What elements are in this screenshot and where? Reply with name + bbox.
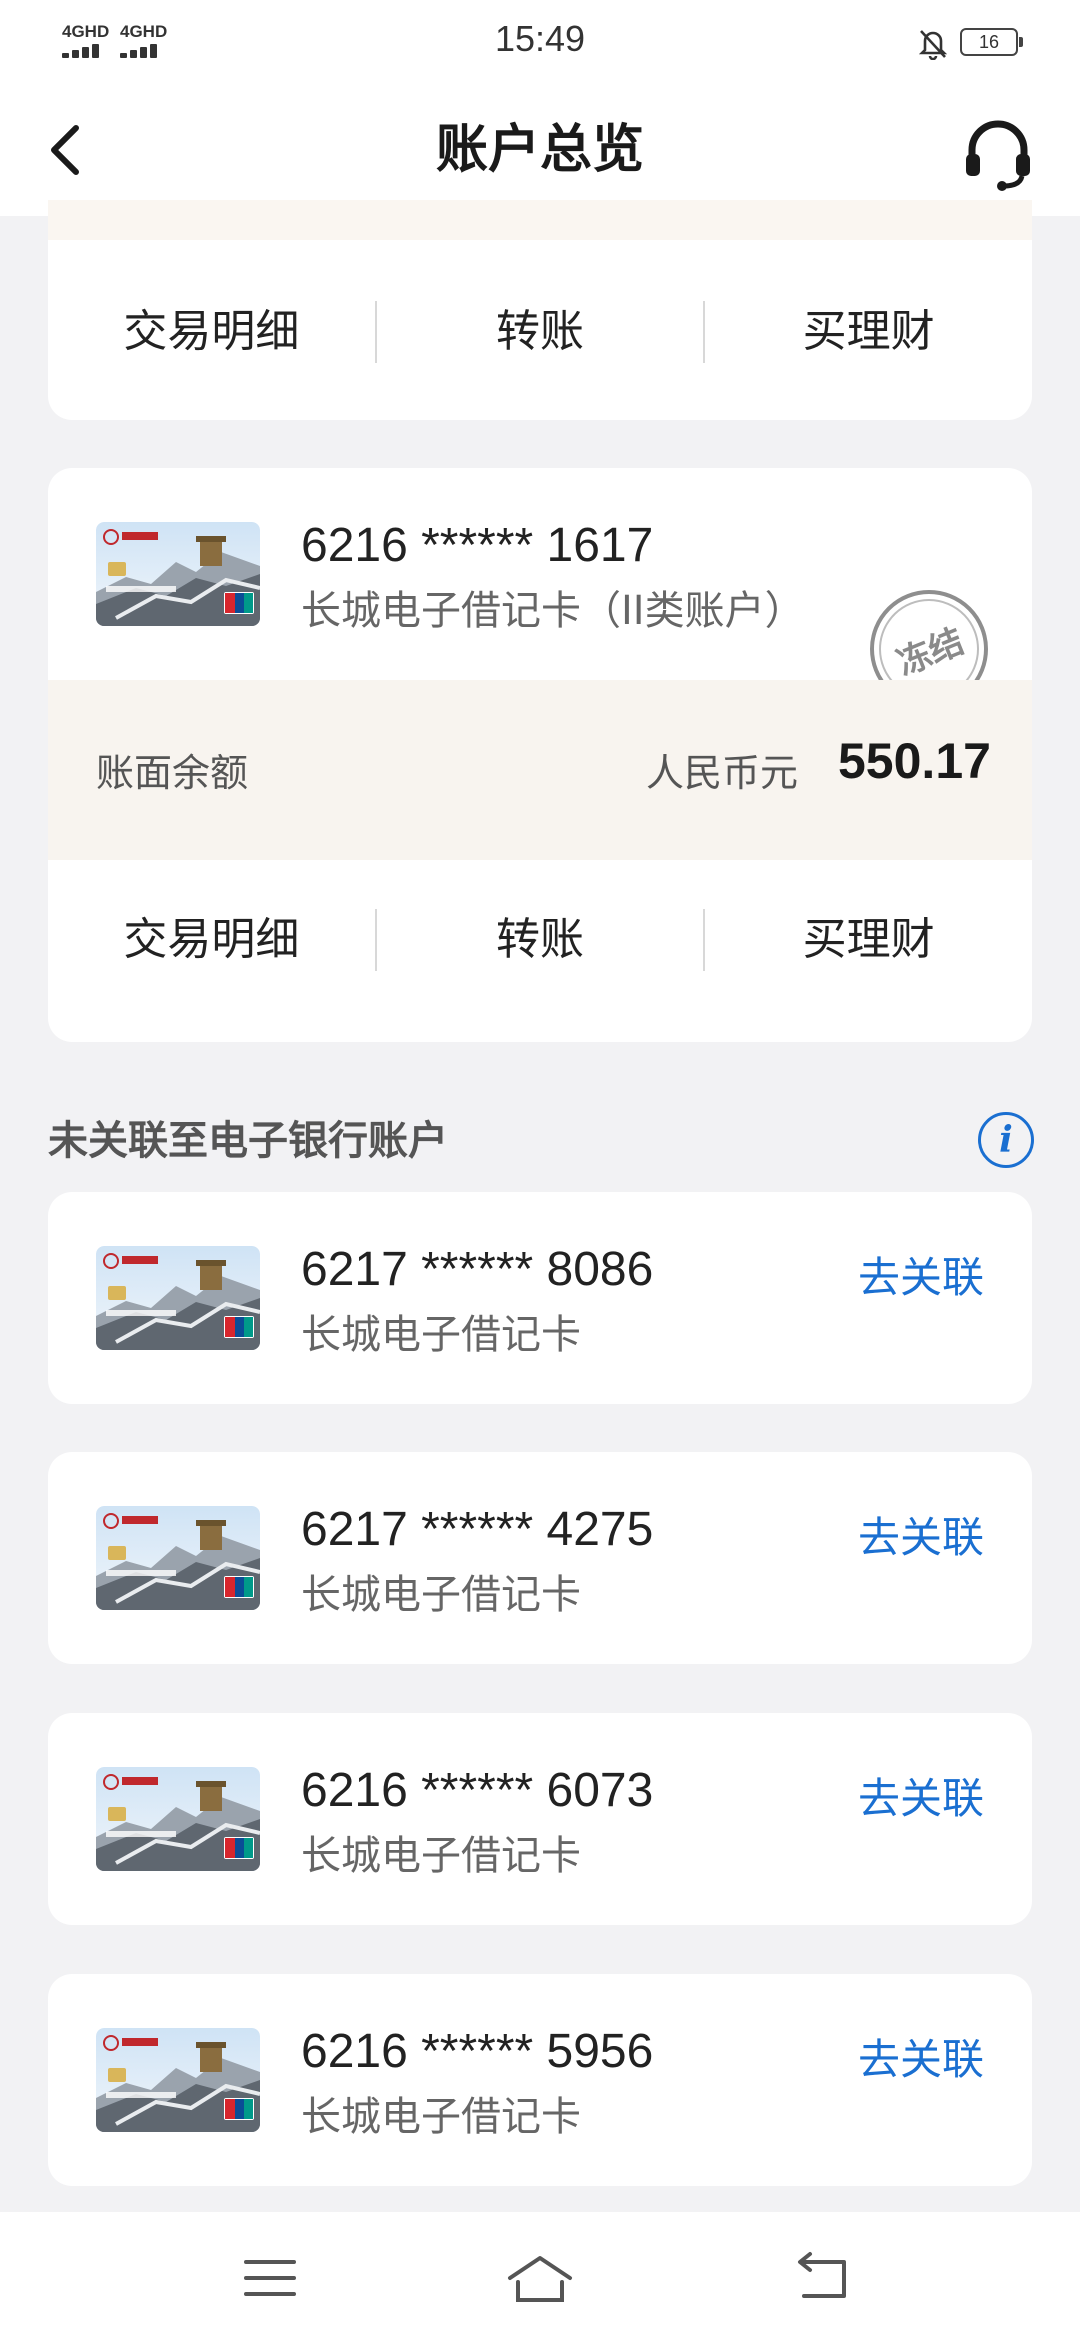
card-number: 6216 ****** 5956 [301,2025,654,2078]
headset-icon[interactable] [958,114,1038,194]
card-type: 长城电子借记卡 [301,1312,581,1358]
balance-amount: 550.17 [838,733,991,789]
account-card[interactable]: 6216 ****** 1617 长城电子借记卡（II类账户） 冻结 账面余额 … [48,468,1032,1042]
card-type: 长城电子借记卡 [301,1572,581,1618]
card-actions: 交易明细 转账 买理财 [48,880,1032,1000]
card-type: 长城电子借记卡 [301,2094,581,2140]
system-nav-bar [0,2212,1080,2340]
buy-wealth-product-button[interactable]: 买理财 [705,880,1032,1000]
transaction-details-button[interactable]: 交易明细 [48,880,375,1000]
balance-band: 账面余额 人民币元 550.17 [48,680,1032,860]
transfer-button[interactable]: 转账 [377,272,704,392]
card-type: 长城电子借记卡（II类账户） [301,588,805,634]
bank-card-image [96,2028,260,2132]
battery-icon: 16 [960,28,1023,56]
home-icon[interactable] [504,2242,576,2314]
back-nav-icon[interactable] [786,2242,858,2314]
unlinked-card-row[interactable]: 6216 ****** 5956 长城电子借记卡 去关联 [48,1974,1032,2186]
bank-card-image [96,522,260,626]
section-title: 未关联至电子银行账户 [48,1118,448,1164]
link-account-button[interactable]: 去关联 [858,1504,984,1565]
buy-wealth-product-button[interactable]: 买理财 [705,272,1032,392]
account-card-partial: 交易明细 转账 买理财 [48,200,1032,420]
bank-card-image [96,1246,260,1350]
balance-band-partial [48,200,1032,240]
balance-label: 账面余额 [96,751,249,795]
frozen-stamp: 冻结 [870,590,992,680]
unlinked-card-row[interactable]: 6217 ****** 4275 长城电子借记卡 去关联 [48,1452,1032,1664]
bell-off-icon [918,30,948,60]
link-account-button[interactable]: 去关联 [858,2026,984,2087]
transaction-details-button[interactable]: 交易明细 [48,272,375,392]
card-actions: 交易明细 转账 买理财 [48,272,1032,392]
frozen-stamp-text: 冻结 [891,620,970,680]
bank-card-image [96,1767,260,1871]
unlinked-card-row[interactable]: 6216 ****** 6073 长城电子借记卡 去关联 [48,1713,1032,1925]
currency-label: 人民币元 [646,751,799,795]
card-number: 6217 ****** 4275 [301,1503,654,1556]
card-type: 长城电子借记卡 [301,1833,581,1879]
header: 账户总览 [0,84,1080,216]
card-number: 6217 ****** 8086 [301,1243,654,1296]
unlinked-card-row[interactable]: 6217 ****** 8086 长城电子借记卡 去关联 [48,1192,1032,1404]
info-icon[interactable]: i [978,1112,1034,1168]
link-account-button[interactable]: 去关联 [858,1244,984,1305]
transfer-button[interactable]: 转账 [377,880,704,1000]
link-account-button[interactable]: 去关联 [858,1765,984,1826]
card-number: 6216 ****** 6073 [301,1764,654,1817]
status-bar: 4GHD 4GHD 15:49 16 [0,0,1080,84]
page-title: 账户总览 [435,120,644,180]
bank-card-image [96,1506,260,1610]
card-number: 6216 ****** 1617 [301,519,654,572]
menu-icon[interactable] [234,2242,306,2314]
